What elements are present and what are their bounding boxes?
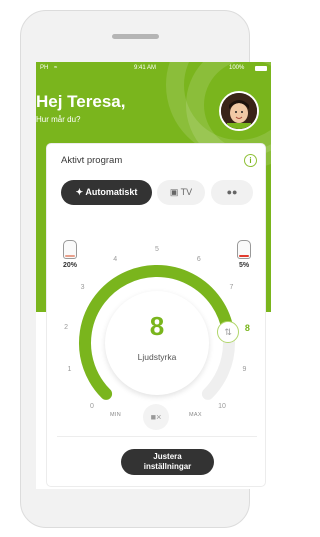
- volume-handle[interactable]: ⇅: [217, 320, 240, 343]
- volume-tick-label: 2: [64, 323, 69, 331]
- program-tabs: ✦ Automatiskt ▣ TV ●●: [61, 180, 253, 205]
- battery-percent: 100%: [229, 65, 245, 71]
- tab-label: Automatiskt: [85, 187, 138, 197]
- mute-button[interactable]: ■×: [143, 404, 169, 430]
- max-label: MAX: [189, 412, 202, 418]
- volume-tick-label: 5: [155, 246, 159, 253]
- volume-tick-label: 10: [218, 403, 226, 411]
- adjust-settings-button[interactable]: Justera inställningar: [121, 449, 214, 475]
- volume-value: 8: [149, 311, 165, 341]
- carrier-label: PH: [40, 65, 49, 71]
- program-title: Aktivt program: [61, 155, 123, 166]
- volume-tick-label: 6: [196, 256, 201, 264]
- volume-handle-value: 8: [244, 322, 250, 333]
- status-bar: PH ≈ 9:41 AM 100%: [36, 62, 271, 74]
- info-icon[interactable]: i: [244, 154, 257, 167]
- greeting-subtitle: Hur mår du?: [36, 115, 81, 124]
- speaker-mute-icon: ■×: [150, 412, 162, 422]
- app-screen: PH ≈ 9:41 AM 100% Hej Teresa, Hur mår du…: [36, 62, 271, 489]
- wand-icon: ✦: [75, 187, 84, 197]
- program-card: Aktivt program i ✦ Automatiskt ▣ TV ●● 2…: [46, 143, 266, 487]
- volume-tick-label: 7: [229, 283, 234, 291]
- volume-label: Ljudstyrka: [137, 352, 177, 362]
- tab-people[interactable]: ●●: [211, 180, 253, 205]
- card-divider: [57, 436, 257, 437]
- user-avatar[interactable]: [219, 91, 259, 131]
- tab-label: TV: [180, 187, 193, 197]
- battery-icon: [255, 66, 267, 71]
- phone-speaker: [112, 34, 159, 39]
- volume-tick-label: 0: [89, 403, 94, 411]
- adjust-label-line1: Justera: [153, 452, 182, 461]
- clock: 9:41 AM: [134, 65, 157, 71]
- avatar-photo: [221, 93, 257, 129]
- tab-automatic[interactable]: ✦ Automatiskt: [61, 180, 152, 205]
- volume-center: [105, 291, 209, 395]
- greeting-title: Hej Teresa,: [36, 92, 126, 111]
- volume-tick-label: 3: [80, 283, 85, 291]
- tv-icon: ▣: [169, 187, 179, 197]
- adjust-label-line2: inställningar: [143, 462, 192, 471]
- volume-tick-label: 9: [242, 366, 247, 374]
- tab-tv[interactable]: ▣ TV: [157, 180, 205, 205]
- min-label: MIN: [110, 412, 121, 418]
- people-icon: ●●: [226, 187, 238, 197]
- wifi-icon: ≈: [54, 65, 58, 71]
- volume-tick-label: 1: [67, 366, 72, 374]
- volume-tick-label: 4: [113, 256, 118, 264]
